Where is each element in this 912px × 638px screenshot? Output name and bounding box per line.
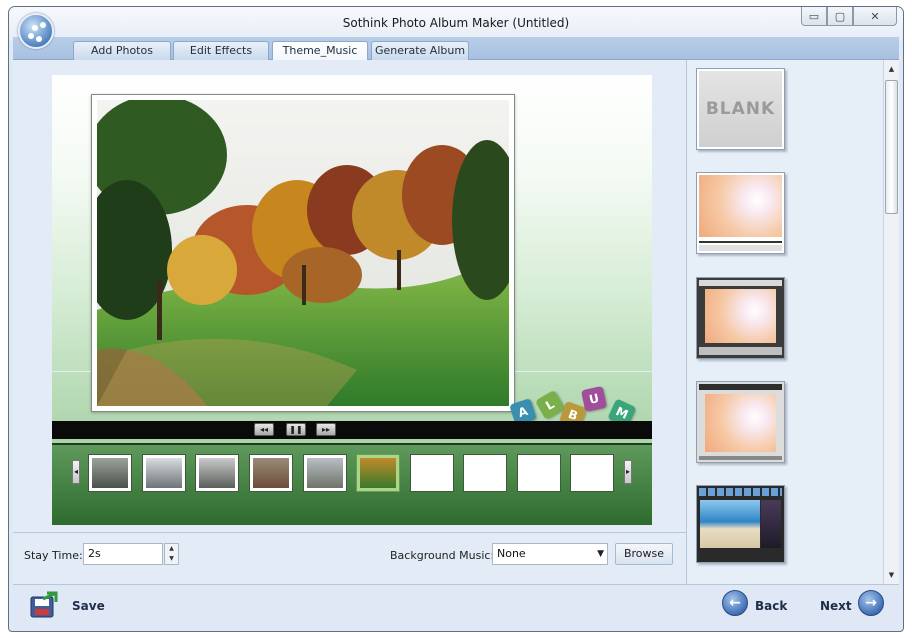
chevron-down-icon[interactable]: ▼ — [597, 549, 604, 559]
theme-5[interactable] — [696, 485, 785, 563]
thumbnail-1[interactable] — [88, 454, 132, 492]
thumbnail-5[interactable] — [303, 454, 347, 492]
scroll-up-icon[interactable]: ▲ — [884, 62, 899, 76]
theme-blank-label: BLANK — [699, 71, 782, 147]
thumbnail-10-empty[interactable] — [570, 454, 614, 492]
thumbnail-3[interactable] — [195, 454, 239, 492]
main-content: A L B U M ◂◂ ❚❚ ▸▸ ◂ ▸ Stay Time: 2s ▲ ▼… — [13, 60, 899, 584]
stay-time-input[interactable]: 2s — [83, 543, 163, 565]
album-preview: A L B U M ◂◂ ❚❚ ▸▸ ◂ ▸ — [52, 75, 652, 525]
app-window: Sothink Photo Album Maker (Untitled) ▭ ▢… — [8, 6, 904, 632]
photo-frame — [91, 94, 515, 412]
save-icon[interactable] — [29, 591, 59, 619]
autumn-landscape-image — [97, 100, 509, 406]
window-title: Sothink Photo Album Maker (Untitled) — [342, 16, 570, 30]
background-music-label: Background Music: — [390, 549, 495, 562]
background-music-value: None — [497, 547, 526, 560]
theme-3[interactable] — [696, 277, 785, 359]
scrollbar-thumb[interactable] — [885, 80, 898, 214]
minimize-button[interactable]: ▭ — [801, 7, 827, 26]
pause-button[interactable]: ❚❚ — [286, 423, 306, 436]
theme-preview-image — [705, 289, 776, 343]
theme-preview-image — [699, 175, 782, 237]
player-controls: ◂◂ ❚❚ ▸▸ — [52, 421, 652, 439]
strip-next-button[interactable]: ▸ — [624, 460, 632, 484]
footer-bar: Save ← Back Next → — [13, 584, 899, 628]
theme-4[interactable] — [696, 381, 785, 463]
theme-scrollbar[interactable]: ▲ ▼ — [883, 60, 899, 584]
rewind-button[interactable]: ◂◂ — [254, 423, 274, 436]
thumbnail-4[interactable] — [249, 454, 293, 492]
tab-edit-effects[interactable]: Edit Effects — [173, 41, 269, 60]
tab-generate-album[interactable]: Generate Album — [371, 41, 469, 60]
spin-up-icon[interactable]: ▲ — [165, 544, 178, 554]
preview-photo — [97, 100, 509, 406]
next-arrow-icon[interactable]: → — [858, 590, 884, 616]
title-bar: Sothink Photo Album Maker (Untitled) ▭ ▢… — [9, 7, 903, 41]
stay-time-stepper[interactable]: ▲ ▼ — [164, 543, 179, 565]
thumbnail-8-empty[interactable] — [463, 454, 507, 492]
close-button[interactable]: ✕ — [853, 7, 897, 26]
album-letter-u: U — [580, 385, 608, 413]
spin-down-icon[interactable]: ▼ — [165, 554, 178, 564]
browse-button[interactable]: Browse — [615, 543, 673, 565]
theme-preview-image — [705, 394, 776, 452]
back-button[interactable]: Back — [755, 599, 787, 613]
thumbnail-6-selected[interactable] — [356, 454, 400, 492]
tab-strip: Add Photos Edit Effects Theme_Music Gene… — [13, 37, 899, 61]
save-button[interactable]: Save — [72, 599, 105, 613]
theme-preview-image — [700, 500, 760, 548]
thumbnail-strip: ◂ ▸ — [52, 443, 652, 525]
theme-blank[interactable]: BLANK — [696, 68, 785, 150]
stay-time-label: Stay Time: — [24, 549, 83, 562]
thumbnail-9-empty[interactable] — [517, 454, 561, 492]
tab-theme-music[interactable]: Theme_Music — [272, 41, 368, 61]
scroll-down-icon[interactable]: ▼ — [884, 568, 899, 582]
tab-add-photos[interactable]: Add Photos — [73, 41, 171, 60]
app-logo-icon[interactable] — [18, 13, 54, 49]
settings-row: Stay Time: 2s ▲ ▼ Background Music: None… — [13, 532, 686, 584]
thumbnail-2[interactable] — [142, 454, 186, 492]
back-arrow-icon[interactable]: ← — [722, 590, 748, 616]
thumbnail-7-empty[interactable] — [410, 454, 454, 492]
strip-prev-button[interactable]: ◂ — [72, 460, 80, 484]
theme-2[interactable] — [696, 172, 785, 254]
forward-button[interactable]: ▸▸ — [316, 423, 336, 436]
background-music-select[interactable]: None ▼ — [492, 543, 608, 565]
window-controls: ▭ ▢ ✕ — [801, 7, 897, 26]
next-button[interactable]: Next — [820, 599, 852, 613]
maximize-button[interactable]: ▢ — [827, 7, 853, 26]
theme-list: BLANK — [687, 60, 883, 584]
